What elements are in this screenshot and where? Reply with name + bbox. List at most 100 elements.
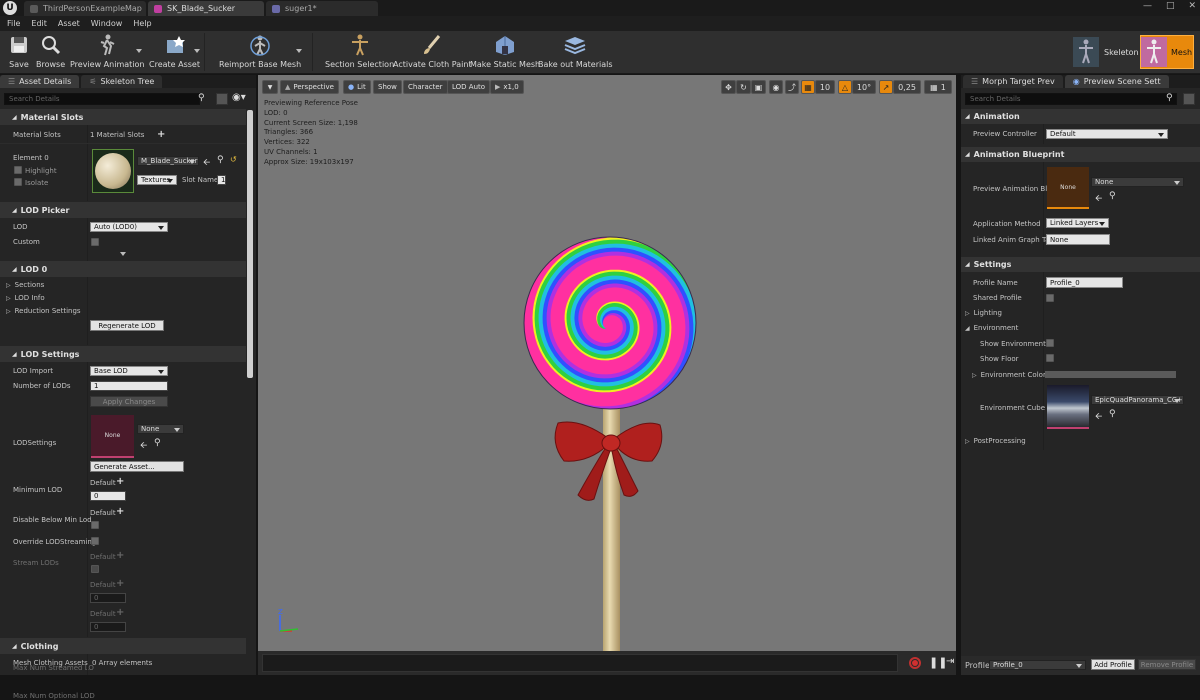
preview-controller-combo[interactable]: Default — [1046, 129, 1168, 139]
use-selected-arrow-icon[interactable]: 🡨 — [1095, 409, 1102, 425]
section-animation[interactable]: ◢ Animation — [961, 109, 1200, 124]
custom-checkbox[interactable] — [91, 238, 99, 246]
activate-cloth-paint-button[interactable]: Activate Cloth Paint — [393, 33, 472, 69]
lod-combo[interactable]: Auto (LOD0) — [90, 222, 168, 232]
loop-icon[interactable]: ⇥ — [946, 656, 954, 667]
menu-file[interactable]: File — [7, 19, 20, 28]
make-static-mesh-button[interactable]: Make Static Mesh — [470, 33, 540, 69]
menu-asset[interactable]: Asset — [58, 19, 80, 28]
browse-asset-icon[interactable]: ⚲ — [1109, 409, 1116, 419]
character-button[interactable]: Character — [403, 80, 448, 94]
menu-help[interactable]: Help — [133, 19, 151, 28]
rotation-snap-value[interactable]: 10° — [852, 80, 876, 94]
add-platform-override-icon[interactable]: + — [116, 507, 124, 517]
sections-row[interactable]: ▷ Sections — [6, 281, 44, 289]
scale-tool-icon[interactable]: ▣ — [751, 80, 766, 94]
create-asset-button[interactable]: Create Asset — [149, 33, 200, 69]
regenerate-lod-button[interactable]: Regenerate LOD — [90, 320, 164, 331]
apply-changes-button[interactable]: Apply Changes — [90, 396, 168, 407]
number-of-lods-input[interactable]: 1 — [90, 381, 168, 391]
reset-material-icon[interactable]: ↺ — [230, 155, 237, 164]
reimport-dropdown-icon[interactable] — [296, 49, 302, 53]
add-material-slot-icon[interactable]: + — [157, 130, 165, 140]
scale-snap-icon[interactable]: ↗ — [879, 80, 893, 94]
pause-icon[interactable]: ❚❚ — [929, 656, 947, 669]
remove-profile-button[interactable]: Remove Profile — [1138, 659, 1196, 670]
expand-advanced-icon[interactable] — [120, 252, 126, 256]
section-animation-blueprint[interactable]: ◢ Animation Blueprint — [961, 147, 1200, 162]
save-button[interactable]: Save — [7, 33, 31, 69]
isolate-checkbox[interactable] — [14, 178, 22, 186]
left-scrollbar[interactable] — [247, 110, 253, 378]
tab-material[interactable]: suger1* — [266, 1, 378, 16]
bake-out-materials-button[interactable]: Bake out Materials — [538, 33, 613, 69]
create-asset-dropdown-icon[interactable] — [194, 49, 200, 53]
perspective-button[interactable]: ▲ Perspective — [280, 80, 339, 94]
scale-snap-value[interactable]: 0,25 — [893, 80, 921, 94]
browse-asset-icon[interactable]: ⚲ — [1109, 191, 1116, 201]
tab-skeleton-tree[interactable]: ⚟ Skeleton Tree — [81, 75, 163, 88]
disable-below-min-lod-checkbox[interactable] — [91, 521, 99, 529]
camera-speed-icon[interactable]: ▦ 1 — [924, 80, 952, 94]
section-lod-picker[interactable]: ◢ LOD Picker — [0, 202, 246, 218]
preview-animation-button[interactable]: Preview Animation — [70, 33, 144, 69]
record-icon[interactable] — [909, 657, 921, 669]
section-clothing[interactable]: ◢ Clothing — [0, 638, 246, 654]
lit-button[interactable]: ● Lit — [343, 80, 371, 94]
anim-bp-thumbnail[interactable]: None — [1047, 167, 1089, 209]
translate-tool-icon[interactable]: ✥ — [721, 80, 736, 94]
eye-icon[interactable]: ◉▾ — [232, 92, 246, 103]
grid-snap-value[interactable]: 10 — [815, 80, 835, 94]
grid-view-icon[interactable] — [1183, 93, 1195, 105]
section-selection-button[interactable]: Section Selection — [325, 33, 394, 69]
minimum-lod-input[interactable]: 0 — [90, 491, 126, 501]
use-selected-arrow-icon[interactable]: 🡨 — [1095, 191, 1102, 207]
show-environment-checkbox[interactable] — [1046, 339, 1054, 347]
material-thumbnail[interactable] — [92, 149, 134, 193]
textures-button[interactable]: Textures — [137, 175, 177, 185]
tab-asset-details[interactable]: ☰ Asset Details — [0, 75, 80, 88]
browse-asset-icon[interactable]: ⚲ — [154, 438, 161, 448]
linked-anim-graph-input[interactable]: None — [1046, 234, 1110, 245]
lod-settings-combo[interactable]: None — [137, 424, 184, 434]
shared-profile-checkbox[interactable] — [1046, 294, 1054, 302]
lod-auto-button[interactable]: LOD Auto — [447, 80, 491, 94]
show-floor-checkbox[interactable] — [1046, 354, 1054, 362]
post-processing-row[interactable]: ▷ PostProcessing — [965, 437, 1026, 445]
viewport[interactable]: ▼ ▲ Perspective ● Lit Show Character LOD A… — [258, 75, 956, 653]
add-platform-override-icon[interactable]: + — [116, 477, 124, 487]
minimize-icon[interactable]: — — [1143, 1, 1152, 11]
environment-color-row[interactable]: ▷ Environment Color — [972, 371, 1046, 379]
use-selected-arrow-icon[interactable]: 🡨 — [140, 438, 147, 454]
section-material-slots[interactable]: ◢ Material Slots — [0, 109, 246, 125]
rotate-tool-icon[interactable]: ↻ — [736, 80, 751, 94]
world-local-icon[interactable]: ◉ — [769, 80, 783, 94]
add-profile-button[interactable]: Add Profile — [1091, 659, 1135, 670]
preview-animation-dropdown-icon[interactable] — [136, 49, 142, 53]
mesh-mode-button[interactable]: Mesh — [1140, 35, 1194, 69]
environment-cube-thumbnail[interactable] — [1047, 385, 1089, 429]
browse-button[interactable]: Browse — [36, 33, 65, 69]
grid-snap-icon[interactable]: ▦ — [801, 80, 815, 94]
environment-row[interactable]: ◢ Environment — [965, 324, 1018, 332]
menu-window[interactable]: Window — [91, 19, 123, 28]
search-icon[interactable]: ⚲ — [198, 93, 210, 105]
lod-info-row[interactable]: ▷ LOD Info — [6, 294, 45, 302]
anim-bp-combo[interactable]: None — [1091, 177, 1184, 187]
profile-combo[interactable]: Profile_0 — [989, 660, 1086, 670]
override-lod-streaming-checkbox[interactable] — [91, 537, 99, 545]
tab-morph-target-preview[interactable]: ☰ Morph Target Prev — [963, 75, 1063, 88]
unreal-logo-icon[interactable]: U — [3, 1, 17, 15]
tab-skeletal-mesh[interactable]: SK_Blade_Sucker — [148, 1, 264, 16]
tab-map[interactable]: ThirdPersonExampleMap — [24, 1, 146, 16]
reduction-settings-row[interactable]: ▷ Reduction Settings — [6, 307, 81, 315]
lod-settings-thumbnail[interactable]: None — [91, 415, 134, 458]
environment-cube-combo[interactable]: EpicQuadPanorama_CC+EV — [1091, 395, 1184, 405]
show-button[interactable]: Show — [373, 80, 402, 94]
section-settings[interactable]: ◢ Settings — [961, 257, 1200, 272]
timeline-track[interactable] — [262, 654, 898, 672]
surface-snap-icon[interactable]: ⤴ — [785, 80, 799, 94]
slot-name-input[interactable]: 1 — [217, 175, 226, 185]
lollipop-mesh[interactable] — [520, 233, 700, 653]
details-search-input[interactable]: Search Details — [4, 93, 200, 105]
